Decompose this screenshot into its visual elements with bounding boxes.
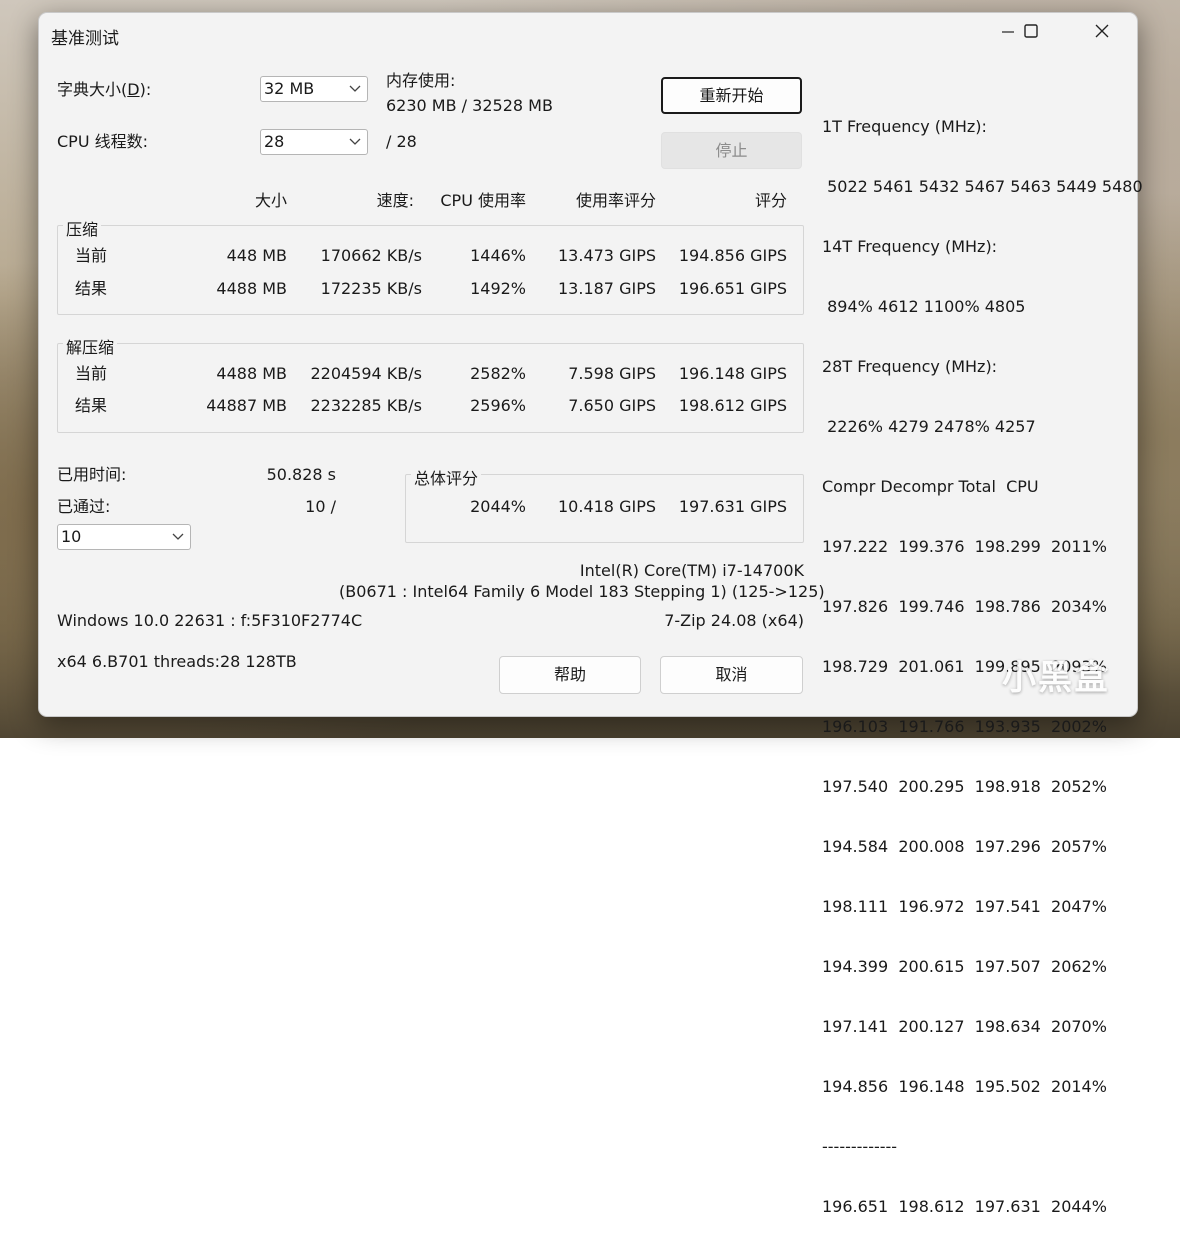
watermark-logo: 小黑盒 — [1002, 658, 1110, 698]
total-usage: 2044% — [470, 497, 526, 516]
log-line: 194.584 200.008 197.296 2057% — [822, 837, 1107, 856]
row-rating: 194.856 GIPS — [678, 246, 787, 265]
memory-usage-value: 6230 MB / 32528 MB — [386, 96, 553, 115]
log-line: 1T Frequency (MHz): — [822, 117, 987, 136]
log-line: 197.826 199.746 198.786 2034% — [822, 597, 1107, 616]
chevron-down-icon — [349, 132, 361, 157]
log-line: Compr Decompr Total CPU — [822, 477, 1039, 496]
maximize-button[interactable] — [1008, 13, 1054, 53]
close-icon — [1094, 23, 1110, 43]
row-speed: 2204594 KB/s — [310, 364, 422, 383]
row-speed: 2232285 KB/s — [310, 396, 422, 415]
row-name: 结果 — [75, 396, 108, 415]
row-size: 4488 MB — [216, 364, 287, 383]
os-info: Windows 10.0 22631 : f:5F310F2774C — [57, 611, 363, 630]
row-usage: 1492% — [470, 279, 526, 298]
row-usage-rating: 13.187 GIPS — [558, 279, 656, 298]
log-line: 28T Frequency (MHz): — [822, 357, 998, 376]
compress-group-label: 压缩 — [63, 216, 102, 240]
window-title: 基准测试 — [51, 29, 119, 49]
dict-size-label: 字典大小(D): — [57, 80, 152, 99]
memory-usage-label: 内存使用: — [386, 71, 456, 90]
passes-value: 10 / — [305, 497, 336, 516]
version-info: 7-Zip 24.08 (x64) — [664, 611, 804, 630]
chevron-down-icon — [349, 79, 361, 104]
passes-label: 已通过: — [57, 497, 111, 516]
build-info: x64 6.B701 threads:28 128TB — [57, 652, 297, 671]
threads-total: / 28 — [386, 132, 417, 151]
log-line: 197.540 200.295 198.918 2052% — [822, 777, 1107, 796]
row-rating: 196.148 GIPS — [678, 364, 787, 383]
total-usage-rating: 10.418 GIPS — [558, 497, 656, 516]
decompress-group — [57, 343, 804, 433]
close-button[interactable] — [1079, 13, 1125, 53]
log-line: ------------- — [822, 1137, 898, 1156]
row-usage: 2596% — [470, 396, 526, 415]
passes-select-value: 10 — [61, 527, 82, 546]
row-usage-rating: 7.650 GIPS — [568, 396, 656, 415]
col-header-rating: 评分 — [754, 191, 787, 210]
col-header-size: 大小 — [254, 191, 287, 210]
row-usage-rating: 7.598 GIPS — [568, 364, 656, 383]
elapsed-value: 50.828 s — [266, 465, 336, 484]
row-rating: 196.651 GIPS — [678, 279, 787, 298]
threads-select[interactable]: 28 — [260, 129, 368, 155]
row-name: 当前 — [75, 364, 108, 383]
passes-select[interactable]: 10 — [57, 524, 191, 550]
col-header-speed: 速度: — [376, 191, 414, 210]
row-speed: 172235 KB/s — [320, 279, 422, 298]
compress-group — [57, 225, 804, 315]
elapsed-label: 已用时间: — [57, 465, 127, 484]
log-line: 5022 5461 5432 5467 5463 5449 5480 — [822, 177, 1143, 196]
dict-size-value: 32 MB — [264, 79, 315, 98]
log-line: 197.141 200.127 198.634 2070% — [822, 1017, 1107, 1036]
row-usage: 2582% — [470, 364, 526, 383]
decompress-group-label: 解压缩 — [63, 334, 118, 358]
log-line: 196.651 198.612 197.631 2044% — [822, 1197, 1107, 1216]
maximize-icon — [1023, 23, 1039, 43]
total-rating: 197.631 GIPS — [678, 497, 787, 516]
log-line: 198.111 196.972 197.541 2047% — [822, 897, 1107, 916]
row-size: 44887 MB — [206, 396, 287, 415]
stop-button[interactable]: 停止 — [661, 132, 802, 169]
row-size: 4488 MB — [216, 279, 287, 298]
help-button[interactable]: 帮助 — [499, 656, 641, 694]
log-line: 14T Frequency (MHz): — [822, 237, 998, 256]
cpu-name: Intel(R) Core(TM) i7-14700K — [579, 561, 804, 580]
chevron-down-icon — [172, 527, 184, 552]
benchmark-window: 基准测试 字典大小(D): 32 MB CPU 线程数: 28 / 28 内存使… — [38, 12, 1143, 1216]
col-header-usage-rating: 使用率评分 — [575, 191, 656, 210]
log-line: 197.222 199.376 198.299 2011% — [822, 537, 1107, 556]
log-line: 194.399 200.615 197.507 2062% — [822, 957, 1107, 976]
log-line: 194.856 196.148 195.502 2014% — [822, 1077, 1107, 1096]
log-line: 196.103 191.766 193.935 2002% — [822, 717, 1107, 736]
threads-value: 28 — [264, 132, 285, 151]
dict-size-select[interactable]: 32 MB — [260, 76, 368, 102]
col-header-cpu-usage: CPU 使用率 — [440, 191, 526, 210]
row-name: 结果 — [75, 279, 108, 298]
row-name: 当前 — [75, 246, 108, 265]
cancel-button[interactable]: 取消 — [660, 656, 803, 694]
log-line: 2226% 4279 2478% 4257 — [822, 417, 1036, 436]
row-speed: 170662 KB/s — [320, 246, 422, 265]
threads-label: CPU 线程数: — [57, 132, 149, 151]
row-usage-rating: 13.473 GIPS — [558, 246, 656, 265]
row-rating: 198.612 GIPS — [678, 396, 787, 415]
row-size: 448 MB — [226, 246, 287, 265]
total-rating-label: 总体评分 — [411, 465, 482, 489]
restart-button[interactable]: 重新开始 — [661, 77, 802, 114]
cpu-detail: (B0671 : Intel64 Family 6 Model 183 Step… — [339, 582, 825, 601]
row-usage: 1446% — [470, 246, 526, 265]
log-line: 894% 4612 1100% 4805 — [822, 297, 1026, 316]
